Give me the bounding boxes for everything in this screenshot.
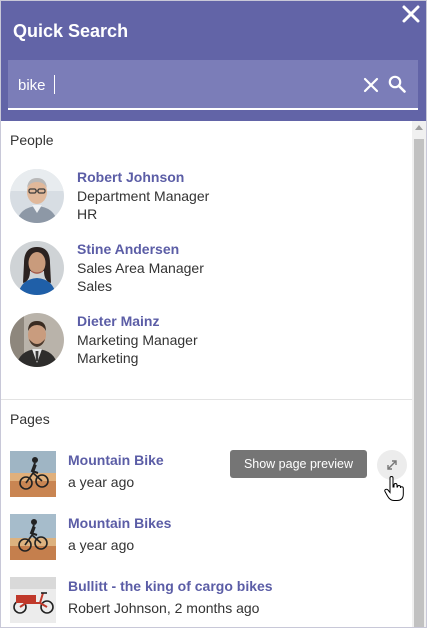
page-meta: Robert Johnson, 2 months ago bbox=[68, 600, 260, 616]
avatar bbox=[10, 169, 64, 223]
quick-search-panel: Quick Search People bbox=[0, 0, 427, 628]
page-title: Bullitt - the king of cargo bikes bbox=[68, 578, 273, 594]
hand-cursor-icon bbox=[384, 475, 404, 502]
close-icon[interactable] bbox=[400, 3, 422, 25]
avatar bbox=[10, 241, 64, 295]
page-title: Mountain Bikes bbox=[68, 515, 172, 531]
search-box bbox=[8, 60, 418, 110]
show-page-preview-button[interactable]: Show page preview bbox=[230, 450, 367, 478]
person-item[interactable]: Robert Johnson Department Manager HR bbox=[1, 161, 412, 225]
page-item[interactable]: Mountain Bikes a year ago bbox=[1, 514, 412, 570]
results-list: People Robert Johnson Department Manager bbox=[1, 121, 412, 627]
page-meta: a year ago bbox=[68, 474, 135, 490]
page-thumbnail bbox=[10, 514, 56, 560]
scrollbar[interactable] bbox=[412, 121, 426, 627]
page-thumbnail bbox=[10, 577, 56, 623]
search-icon[interactable] bbox=[388, 75, 406, 93]
scrollbar-thumb[interactable] bbox=[414, 139, 424, 627]
person-name: Dieter Mainz bbox=[77, 313, 160, 329]
person-item[interactable]: Stine Andersen Sales Area Manager Sales bbox=[1, 233, 412, 297]
person-department: HR bbox=[77, 206, 98, 222]
page-item[interactable]: Bullitt - the king of cargo bikes Robert… bbox=[1, 577, 412, 627]
person-name: Robert Johnson bbox=[77, 169, 185, 185]
clear-icon[interactable] bbox=[363, 77, 379, 93]
person-role: Sales Area Manager bbox=[77, 260, 204, 276]
scroll-up-icon[interactable] bbox=[415, 125, 423, 130]
person-item[interactable]: Dieter Mainz Marketing Manager Marketing bbox=[1, 305, 412, 369]
person-role: Department Manager bbox=[77, 188, 210, 204]
page-meta: a year ago bbox=[68, 537, 135, 553]
pages-heading: Pages bbox=[10, 411, 50, 427]
person-role: Marketing Manager bbox=[77, 332, 198, 348]
person-department: Sales bbox=[77, 278, 113, 294]
page-thumbnail bbox=[10, 451, 56, 497]
section-divider bbox=[1, 399, 412, 400]
text-caret bbox=[54, 75, 55, 94]
person-department: Marketing bbox=[77, 350, 139, 366]
quick-search-header: Quick Search bbox=[1, 1, 426, 121]
people-heading: People bbox=[10, 132, 54, 148]
avatar bbox=[10, 313, 64, 367]
person-name: Stine Andersen bbox=[77, 241, 180, 257]
search-input[interactable] bbox=[18, 74, 348, 96]
page-title: Mountain Bike bbox=[68, 452, 164, 468]
panel-title: Quick Search bbox=[13, 21, 129, 41]
